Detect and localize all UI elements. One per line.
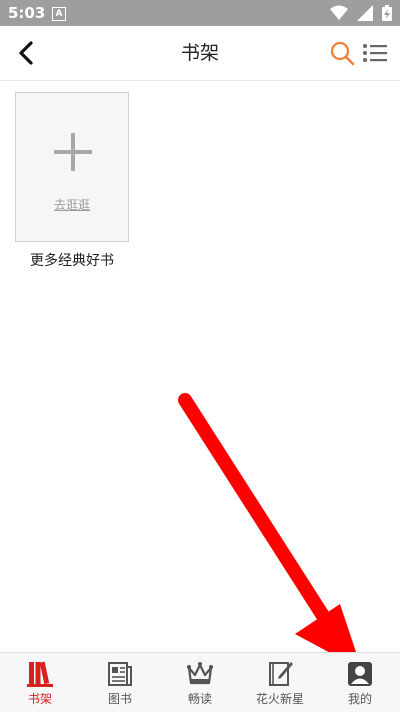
plus-icon [54,133,92,171]
list-icon [363,44,387,62]
tab-label: 畅读 [187,692,212,706]
user-profile-icon [348,662,372,686]
add-book-card[interactable]: 去逛逛 [15,92,129,242]
status-icons [326,5,392,21]
search-icon [330,41,355,66]
browse-link[interactable]: 去逛逛 [16,196,128,213]
crown-icon [187,662,213,685]
tab-reading[interactable]: 畅读 [160,653,240,712]
tab-label: 我的 [347,692,372,706]
bottom-tab-bar: 书架 图书 畅读 花火新星 我的 [0,652,400,712]
wifi-icon [329,5,348,20]
status-bar: 5:03 A [0,0,400,26]
tab-mine[interactable]: 我的 [320,653,400,712]
add-book-caption: 更多经典好书 [30,253,114,269]
search-button[interactable] [329,40,355,66]
tab-label: 书架 [27,692,52,706]
signal-icon [356,5,373,21]
tab-label: 花火新星 [255,692,304,706]
notification-badge: A [52,7,66,21]
tab-new-stars[interactable]: 花火新星 [240,653,320,712]
status-time: 5:03 [8,4,46,22]
tab-bookshelf[interactable]: 书架 [0,653,80,712]
tab-label: 图书 [107,692,132,706]
book-icon [108,662,132,686]
edit-notebook-icon [269,662,293,686]
bookshelf-icon [27,661,53,687]
back-button[interactable] [14,40,40,66]
chevron-left-icon [19,41,33,65]
list-view-button[interactable] [362,42,388,64]
battery-icon [382,5,392,21]
tab-books[interactable]: 图书 [80,653,160,712]
top-app-bar: 书架 [0,26,400,81]
